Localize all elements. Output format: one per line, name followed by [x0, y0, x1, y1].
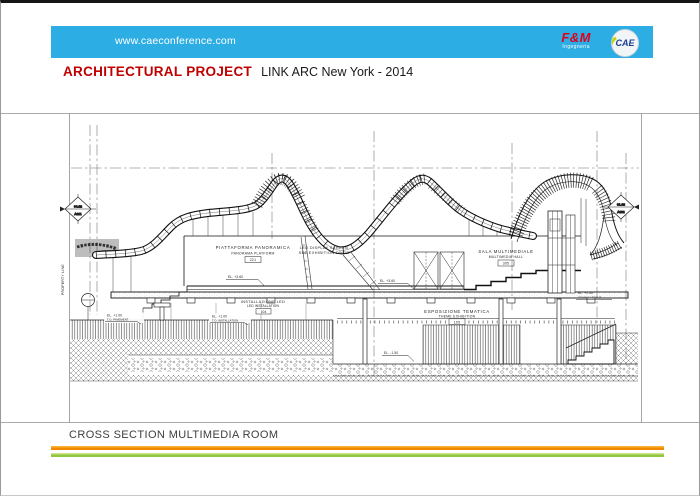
label-led-screen-2: SEE EXHIBITION DWGS — [299, 251, 350, 255]
ground-section — [70, 320, 638, 381]
fm-logo-text: F&M — [561, 31, 591, 44]
led-display-screen — [301, 236, 380, 290]
label-el100-pavement-2: T.O. PAVEMENT — [107, 318, 129, 322]
cae-logo-text: CAE — [615, 38, 634, 48]
cross-section-drawing: 04.02 A211 01.02 A202 PIATTAFORMA PANORA… — [1, 108, 700, 428]
slide-title: ARCHITECTURAL PROJECT LINK ARC New York -… — [63, 63, 413, 81]
label-panorama-platform-en: PANORAMA PLATFORM — [231, 252, 274, 256]
label-multimedia-hall-en: MULTIMEDIA HALL — [489, 255, 523, 259]
cae-logo: CAE — [611, 29, 639, 57]
label-led-installation-num: 104 — [261, 310, 267, 314]
section-marker-left: 04.02 A211 — [60, 194, 96, 224]
label-el-minus150: EL. -1.50 — [384, 351, 398, 355]
website-link[interactable]: www.caeconference.com — [115, 35, 236, 47]
fm-ingegneria-logo: F&M Ingegneria — [561, 31, 591, 50]
title-sub: LINK ARC New York - 2014 — [261, 65, 413, 79]
marker-right-detail: 01.02 — [617, 203, 625, 207]
label-panorama-platform-num: 221 — [250, 258, 257, 262]
label-el250-2: CEILING HEIGHT — [578, 296, 601, 300]
label-el360-right: EL. +3.60 — [380, 279, 395, 283]
label-theme-exhibition-en: THEME EXHIBITION — [439, 315, 476, 319]
label-multimedia-hall-num: 305 — [503, 262, 510, 266]
label-property-line: PROPERTY LINE — [61, 264, 65, 295]
column-marker — [82, 294, 95, 321]
label-el250-1: EL. +2.50 — [578, 291, 593, 295]
header-bar: www.caeconference.com F&M Ingegneria CAE — [51, 26, 653, 58]
title-main: ARCHITECTURAL PROJECT — [63, 64, 252, 79]
main-floor-slab — [111, 292, 628, 320]
label-theme-exhibition-num: 105 — [454, 320, 461, 324]
fm-logo-subtext: Ingegneria — [561, 45, 591, 50]
marker-left-detail: 04.02 — [74, 205, 82, 209]
label-multimedia-hall-it: SALA MULTIMEDIALE — [478, 249, 533, 254]
footer-bar-green — [51, 453, 664, 457]
label-led-installation-en: LED INSTALLATION — [247, 304, 279, 308]
label-theme-exhibition-it: ESPOSIZIONE TEMATICA — [424, 309, 490, 314]
marker-left-sheet: A211 — [74, 212, 81, 216]
footer-bar-orange — [51, 446, 664, 450]
slide-caption: CROSS SECTION MULTIMEDIA ROOM — [69, 429, 278, 441]
label-led-screen-1: LED DISPLAY SCREEN — [300, 246, 348, 250]
label-el360-left: EL. +3.60 — [228, 275, 243, 279]
label-panorama-platform-it: PIATTAFORMA PANORAMICA — [216, 245, 291, 250]
roof-section — [96, 179, 533, 256]
slide: www.caeconference.com F&M Ingegneria CAE… — [0, 0, 700, 496]
marker-right-sheet: A202 — [617, 210, 625, 214]
tiered-steps — [464, 271, 581, 290]
label-el100-installation-2: T.O. INSTALLATION — [212, 319, 238, 323]
multimedia-hall-interior — [414, 198, 586, 293]
